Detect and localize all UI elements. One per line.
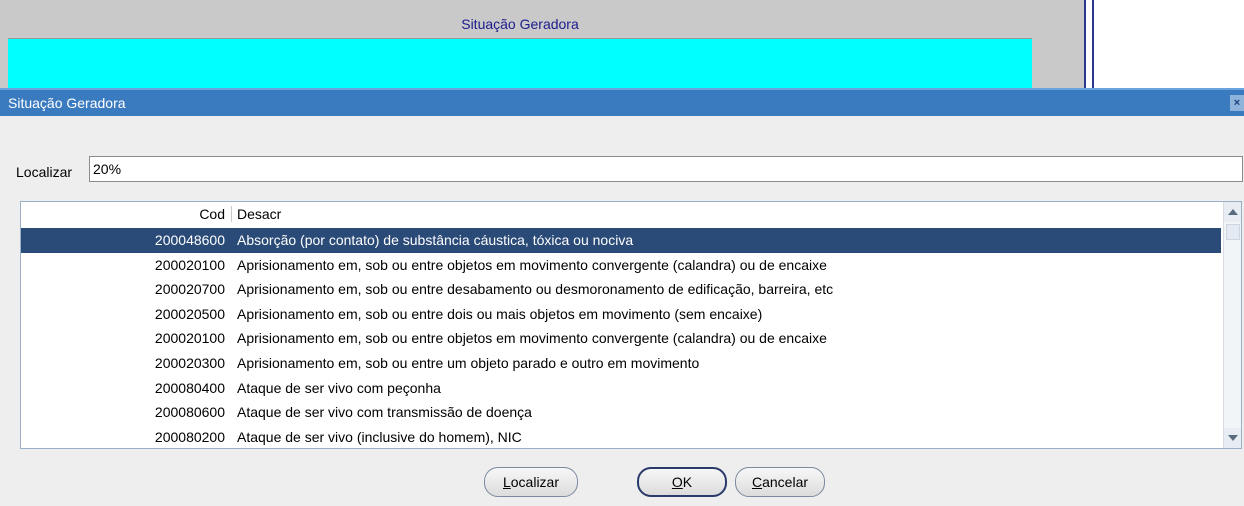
cell-desc: Ataque de ser vivo com peçonha [237, 379, 441, 396]
column-separator[interactable] [231, 206, 232, 222]
cell-desc: Ataque de ser vivo com transmissão de do… [237, 404, 532, 421]
cell-desc: Aprisionamento em, sob ou entre um objet… [237, 354, 700, 371]
cell-desc: Aprisionamento em, sob ou entre desabame… [237, 281, 834, 298]
cell-desc: Aprisionamento em, sob ou entre objetos … [237, 256, 827, 273]
list-rows: 200048600 Absorção (por contato) de subs… [21, 228, 1221, 448]
list-scrollbar[interactable] [1223, 202, 1241, 448]
search-input[interactable] [89, 156, 1243, 182]
cell-cod: 200048600 [154, 232, 225, 248]
list-row[interactable]: 200020700 Aprisionamento em, sob ou entr… [21, 277, 1221, 302]
scroll-thumb[interactable] [1226, 224, 1240, 240]
list-row[interactable]: 200080200 Ataque de ser vivo (inclusive … [21, 425, 1221, 448]
cell-cod: 200020100 [154, 330, 225, 347]
column-header-cod[interactable]: Cod [21, 206, 225, 222]
scroll-down-button[interactable] [1224, 428, 1241, 448]
cancelar-mnemonic: C [751, 474, 763, 490]
cell-desc: Ataque de ser vivo (inclusive do homem),… [237, 428, 522, 445]
dialog-title: Situação Geradora [8, 95, 126, 111]
localizar-label: ocalizar [510, 474, 560, 490]
cell-cod: 200020700 [154, 281, 225, 298]
ok-button[interactable]: OK [637, 467, 727, 497]
lov-dialog: Situação Geradora × Localizar Cod Desacr… [0, 88, 1244, 506]
results-list[interactable]: Cod Desacr 200048600 Absorção (por conta… [20, 201, 1242, 449]
cell-desc: Absorção (por contato) de substância cáu… [237, 232, 634, 248]
scroll-up-button[interactable] [1224, 202, 1241, 222]
cell-desc: Aprisionamento em, sob ou entre dois ou … [237, 305, 763, 322]
localizar-mnemonic: L [502, 474, 511, 490]
background-form: Situação Geradora [0, 0, 1244, 90]
localizar-button[interactable]: Localizar [484, 467, 578, 497]
list-header: Cod Desacr [21, 202, 1221, 226]
cell-cod: 200020500 [154, 305, 225, 322]
list-row[interactable]: 200020500 Aprisionamento em, sob ou entr… [21, 302, 1221, 327]
search-label: Localizar [16, 164, 73, 180]
cell-cod: 200080200 [154, 428, 225, 445]
cell-cod: 200020300 [154, 354, 225, 371]
list-row[interactable]: 200080600 Ataque de ser vivo com transmi… [21, 400, 1221, 425]
background-form-cyan-field[interactable] [8, 38, 1032, 88]
cancel-button[interactable]: Cancelar [735, 467, 825, 497]
background-divider [1092, 0, 1094, 90]
background-form-title: Situação Geradora [461, 16, 579, 32]
list-row[interactable]: 200080400 Ataque de ser vivo com peçonha [21, 376, 1221, 401]
cell-cod: 200080600 [154, 404, 225, 421]
list-row[interactable]: 200020100 Aprisionamento em, sob ou entr… [21, 326, 1221, 351]
arrow-down-icon [1228, 435, 1238, 441]
column-header-desc[interactable]: Desacr [237, 206, 281, 222]
background-divider [1084, 0, 1086, 90]
dialog-titlebar[interactable]: Situação Geradora × [0, 88, 1244, 116]
ok-mnemonic: O [671, 474, 683, 490]
list-row[interactable]: 200020100 Aprisionamento em, sob ou entr… [21, 253, 1221, 278]
cell-cod: 200080400 [154, 379, 225, 396]
list-row[interactable]: 200020300 Aprisionamento em, sob ou entr… [21, 351, 1221, 376]
cell-desc: Aprisionamento em, sob ou entre objetos … [237, 330, 827, 347]
close-icon[interactable]: × [1230, 95, 1244, 111]
ok-label: K [682, 474, 693, 490]
list-row[interactable]: 200048600 Absorção (por contato) de subs… [21, 228, 1221, 253]
cancelar-label: ancelar [762, 474, 809, 490]
arrow-up-icon [1228, 209, 1238, 215]
cell-cod: 200020100 [154, 256, 225, 273]
